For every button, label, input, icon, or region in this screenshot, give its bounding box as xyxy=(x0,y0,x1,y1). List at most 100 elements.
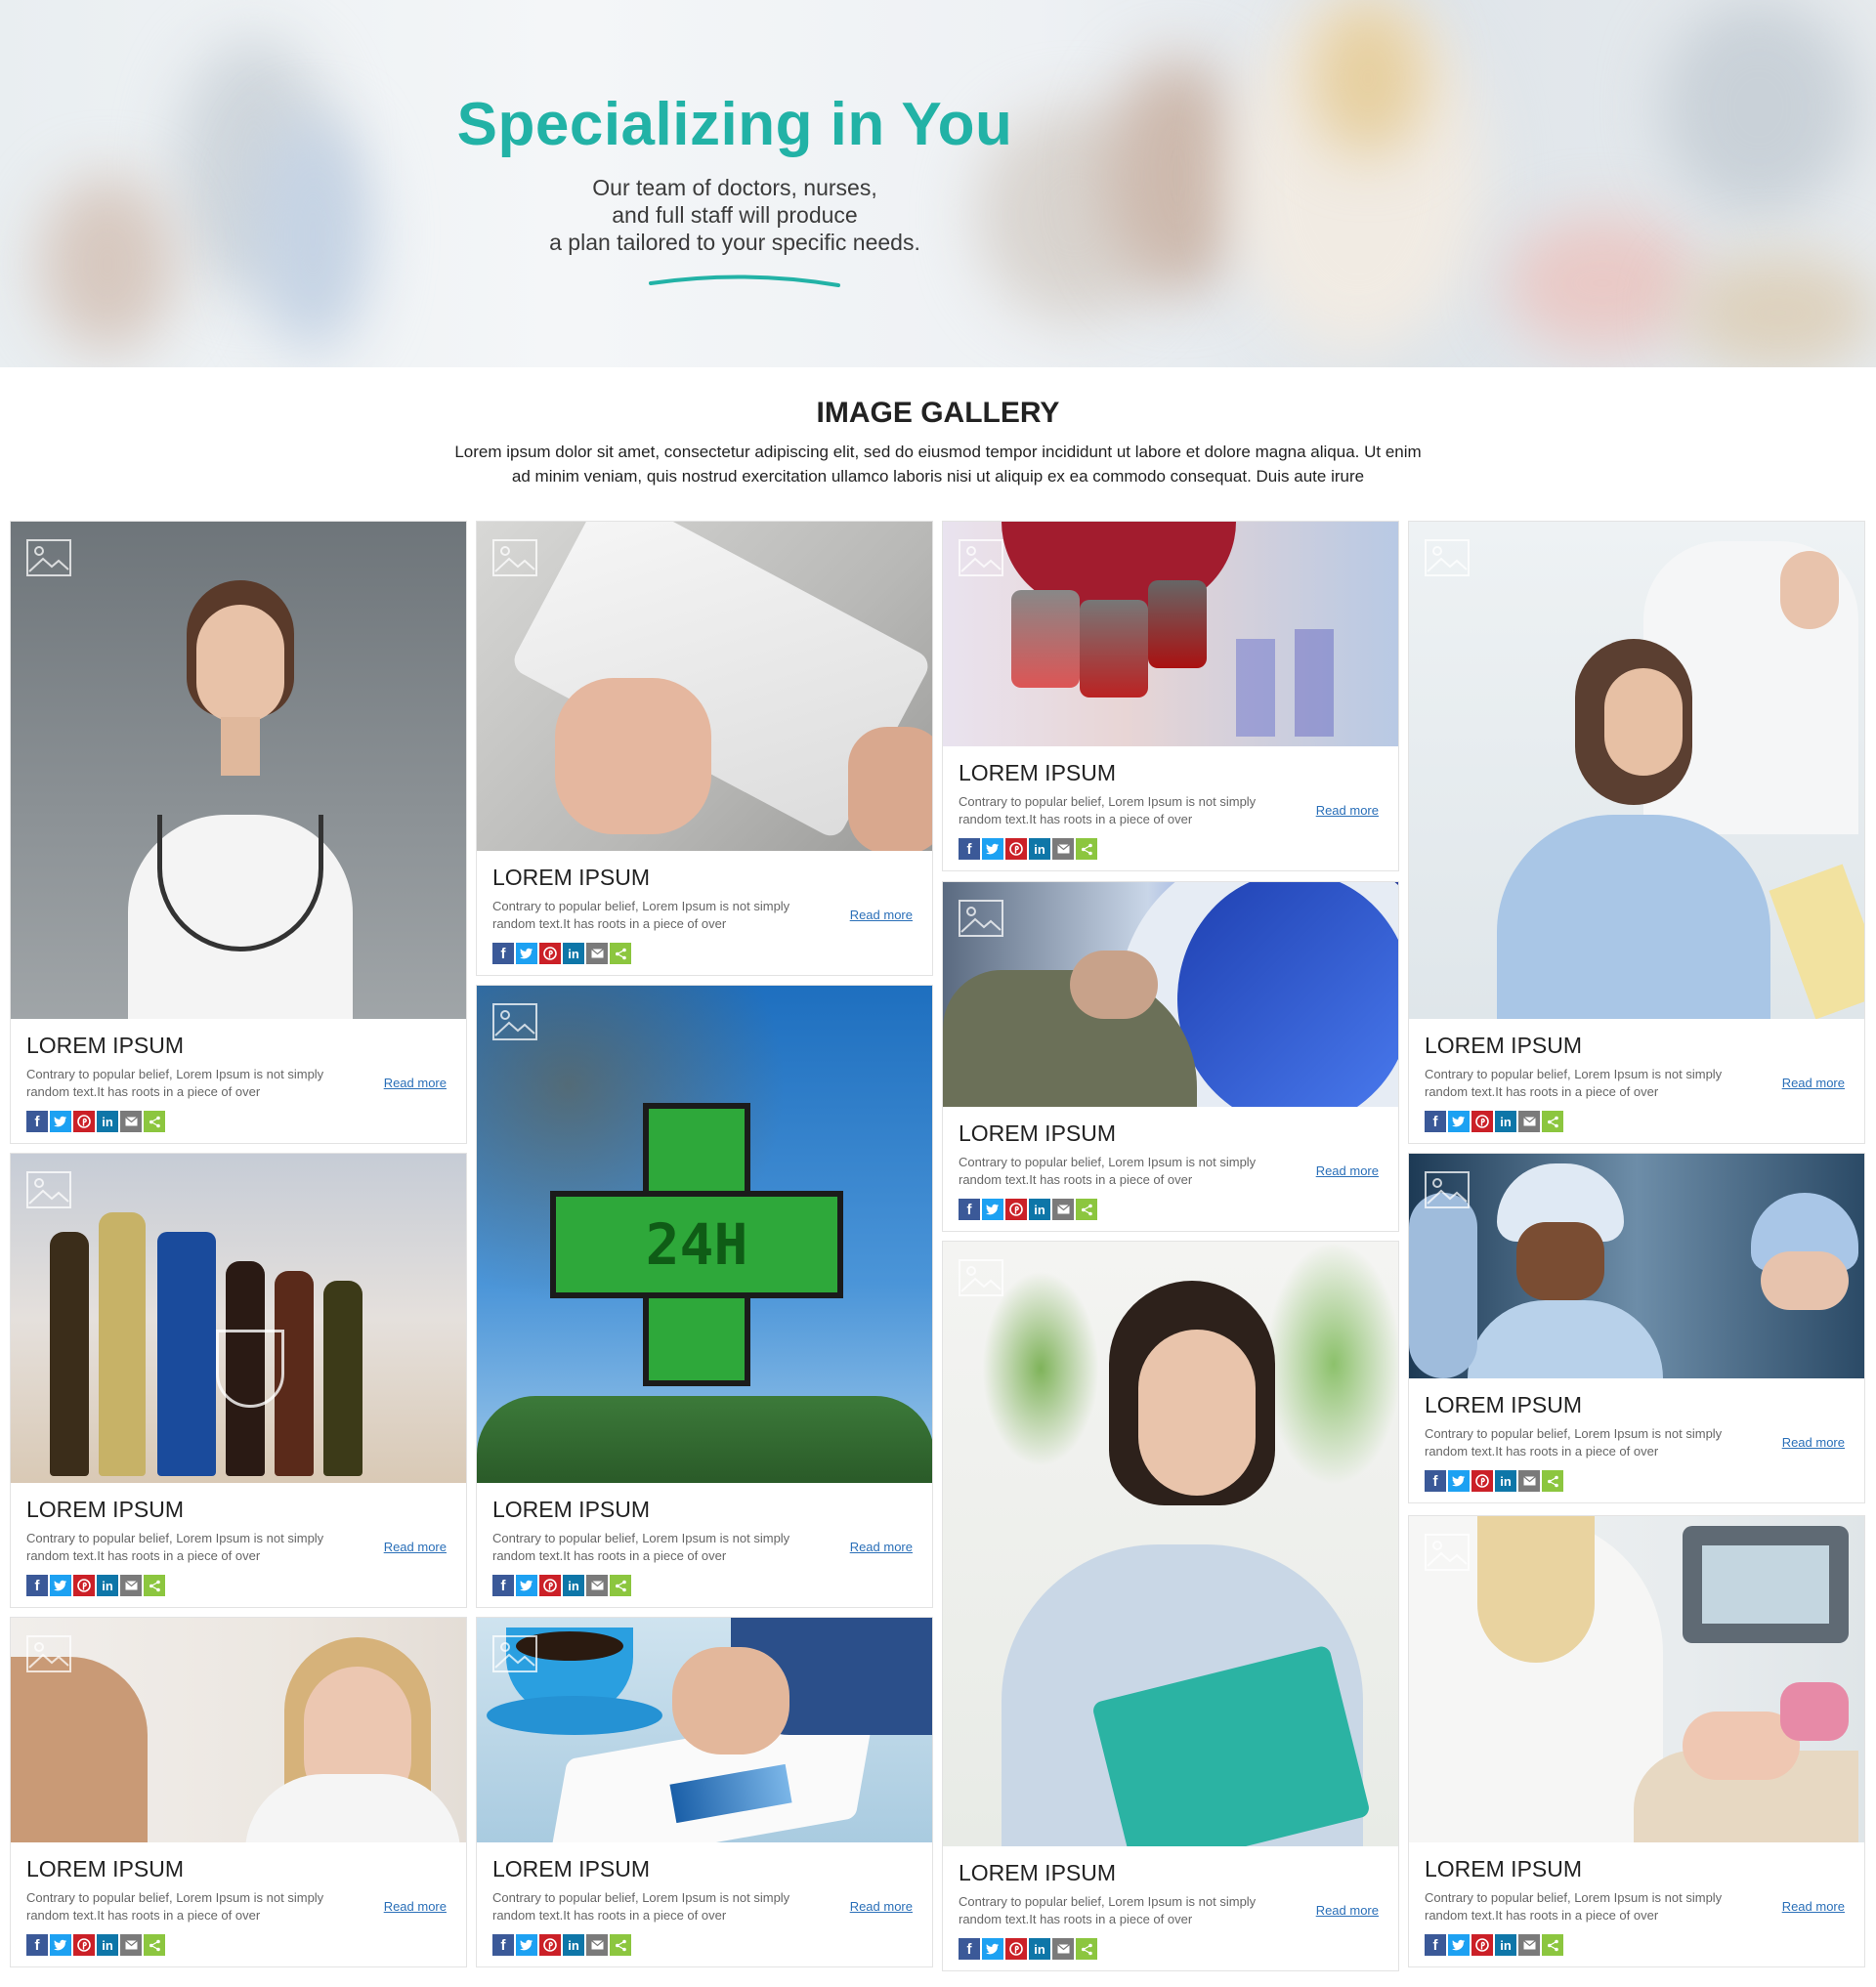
share-icon[interactable] xyxy=(610,1934,631,1956)
twitter-icon[interactable] xyxy=(1448,1111,1470,1132)
pinterest-icon[interactable] xyxy=(1005,838,1027,860)
gallery-card[interactable]: LOREM IPSUM Contrary to popular belief, … xyxy=(1408,1515,1865,1967)
share-icon[interactable] xyxy=(610,943,631,964)
gallery-card[interactable]: LOREM IPSUM Contrary to popular belief, … xyxy=(476,521,933,976)
gallery-card[interactable]: LOREM IPSUM Contrary to popular belief, … xyxy=(1408,1153,1865,1503)
pinterest-icon[interactable] xyxy=(539,943,561,964)
twitter-icon[interactable] xyxy=(982,1938,1003,1960)
facebook-icon[interactable]: f xyxy=(492,1934,514,1956)
gallery-image[interactable] xyxy=(477,1618,932,1843)
pinterest-icon[interactable] xyxy=(539,1934,561,1956)
gallery-card[interactable]: LOREM IPSUM Contrary to popular belief, … xyxy=(942,881,1399,1232)
linkedin-icon[interactable]: in xyxy=(563,1575,584,1596)
read-more-link[interactable]: Read more xyxy=(384,1076,447,1090)
share-icon[interactable] xyxy=(1542,1934,1563,1956)
gallery-image[interactable] xyxy=(943,522,1398,747)
linkedin-icon[interactable]: in xyxy=(1029,1199,1050,1220)
email-icon[interactable] xyxy=(1518,1934,1540,1956)
gallery-image[interactable] xyxy=(1409,1154,1864,1379)
gallery-card[interactable]: LOREM IPSUM Contrary to popular belief, … xyxy=(10,1153,467,1608)
facebook-icon[interactable]: f xyxy=(959,838,980,860)
linkedin-icon[interactable]: in xyxy=(1495,1934,1516,1956)
gallery-card[interactable]: LOREM IPSUM Contrary to popular belief, … xyxy=(10,521,467,1144)
facebook-icon[interactable]: f xyxy=(26,1934,48,1956)
read-more-link[interactable]: Read more xyxy=(850,908,913,922)
facebook-icon[interactable]: f xyxy=(492,1575,514,1596)
read-more-link[interactable]: Read more xyxy=(1316,803,1379,818)
pinterest-icon[interactable] xyxy=(1005,1199,1027,1220)
read-more-link[interactable]: Read more xyxy=(1782,1076,1845,1090)
gallery-card[interactable]: 24H LOREM IPSUM Contrary to popular beli… xyxy=(476,985,933,1608)
read-more-link[interactable]: Read more xyxy=(1782,1435,1845,1450)
email-icon[interactable] xyxy=(586,1934,608,1956)
email-icon[interactable] xyxy=(1518,1470,1540,1492)
pinterest-icon[interactable] xyxy=(73,1934,95,1956)
gallery-card[interactable]: LOREM IPSUM Contrary to popular belief, … xyxy=(1408,521,1865,1144)
email-icon[interactable] xyxy=(1052,1938,1074,1960)
read-more-link[interactable]: Read more xyxy=(384,1899,447,1914)
read-more-link[interactable]: Read more xyxy=(850,1899,913,1914)
facebook-icon[interactable]: f xyxy=(959,1199,980,1220)
share-icon[interactable] xyxy=(1076,1199,1097,1220)
linkedin-icon[interactable]: in xyxy=(563,1934,584,1956)
gallery-image[interactable] xyxy=(477,522,932,852)
read-more-link[interactable]: Read more xyxy=(384,1540,447,1554)
twitter-icon[interactable] xyxy=(516,943,537,964)
email-icon[interactable] xyxy=(120,1575,142,1596)
linkedin-icon[interactable]: in xyxy=(1029,838,1050,860)
gallery-card[interactable]: LOREM IPSUM Contrary to popular belief, … xyxy=(476,1617,933,1967)
twitter-icon[interactable] xyxy=(516,1934,537,1956)
email-icon[interactable] xyxy=(120,1111,142,1132)
share-icon[interactable] xyxy=(144,1111,165,1132)
share-icon[interactable] xyxy=(1542,1111,1563,1132)
facebook-icon[interactable]: f xyxy=(1425,1934,1446,1956)
share-icon[interactable] xyxy=(144,1575,165,1596)
gallery-image[interactable] xyxy=(11,522,466,1019)
facebook-icon[interactable]: f xyxy=(26,1111,48,1132)
email-icon[interactable] xyxy=(1052,838,1074,860)
facebook-icon[interactable]: f xyxy=(492,943,514,964)
twitter-icon[interactable] xyxy=(1448,1934,1470,1956)
linkedin-icon[interactable]: in xyxy=(1495,1470,1516,1492)
share-icon[interactable] xyxy=(1076,1938,1097,1960)
pinterest-icon[interactable] xyxy=(1471,1111,1493,1132)
email-icon[interactable] xyxy=(1052,1199,1074,1220)
linkedin-icon[interactable]: in xyxy=(1495,1111,1516,1132)
linkedin-icon[interactable]: in xyxy=(97,1575,118,1596)
read-more-link[interactable]: Read more xyxy=(1782,1899,1845,1914)
twitter-icon[interactable] xyxy=(516,1575,537,1596)
twitter-icon[interactable] xyxy=(50,1934,71,1956)
facebook-icon[interactable]: f xyxy=(959,1938,980,1960)
gallery-image[interactable] xyxy=(11,1154,466,1484)
email-icon[interactable] xyxy=(586,943,608,964)
linkedin-icon[interactable]: in xyxy=(97,1111,118,1132)
email-icon[interactable] xyxy=(1518,1111,1540,1132)
share-icon[interactable] xyxy=(1542,1470,1563,1492)
email-icon[interactable] xyxy=(120,1934,142,1956)
facebook-icon[interactable]: f xyxy=(1425,1111,1446,1132)
read-more-link[interactable]: Read more xyxy=(1316,1903,1379,1918)
read-more-link[interactable]: Read more xyxy=(1316,1163,1379,1178)
share-icon[interactable] xyxy=(144,1934,165,1956)
gallery-image[interactable] xyxy=(11,1618,466,1843)
pinterest-icon[interactable] xyxy=(73,1111,95,1132)
facebook-icon[interactable]: f xyxy=(1425,1470,1446,1492)
twitter-icon[interactable] xyxy=(982,1199,1003,1220)
linkedin-icon[interactable]: in xyxy=(1029,1938,1050,1960)
gallery-image[interactable]: 24H xyxy=(477,986,932,1483)
pinterest-icon[interactable] xyxy=(1471,1934,1493,1956)
twitter-icon[interactable] xyxy=(50,1111,71,1132)
facebook-icon[interactable]: f xyxy=(26,1575,48,1596)
share-icon[interactable] xyxy=(610,1575,631,1596)
pinterest-icon[interactable] xyxy=(539,1575,561,1596)
pinterest-icon[interactable] xyxy=(1005,1938,1027,1960)
twitter-icon[interactable] xyxy=(1448,1470,1470,1492)
gallery-image[interactable] xyxy=(943,1242,1398,1847)
email-icon[interactable] xyxy=(586,1575,608,1596)
gallery-image[interactable] xyxy=(1409,522,1864,1019)
pinterest-icon[interactable] xyxy=(73,1575,95,1596)
gallery-image[interactable] xyxy=(1409,1516,1864,1843)
linkedin-icon[interactable]: in xyxy=(97,1934,118,1956)
pinterest-icon[interactable] xyxy=(1471,1470,1493,1492)
linkedin-icon[interactable]: in xyxy=(563,943,584,964)
